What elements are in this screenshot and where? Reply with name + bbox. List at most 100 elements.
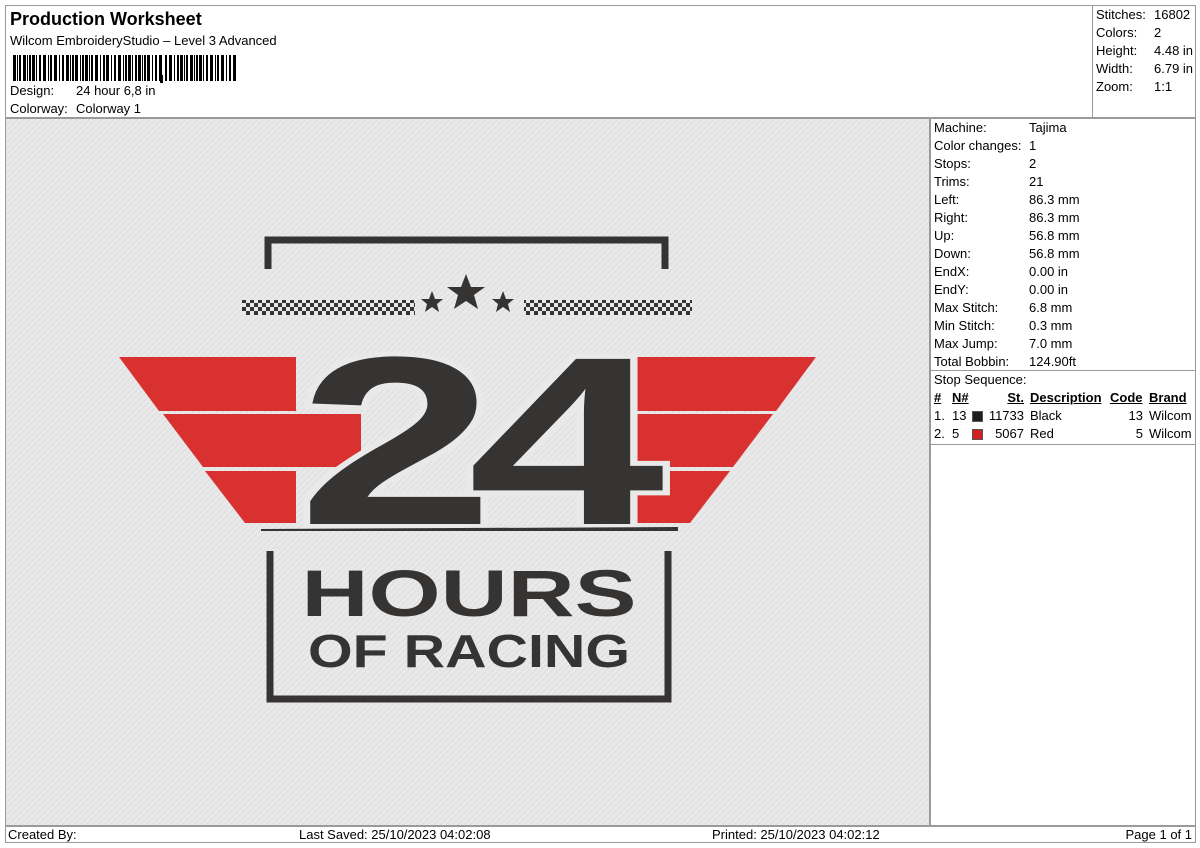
barcode-bar [85,55,88,81]
stop-sequence-row[interactable]: 2. 5 5067 Red 5 Wilcom [931,426,1195,444]
stat-value: 56.8 mm [1029,246,1080,261]
row-stitches: 5067 [995,426,1024,441]
stat-row: Up: 56.8 mm [934,228,1194,246]
stat-row: Trims: 21 [934,174,1194,192]
row-description: Red [1030,426,1054,441]
barcode-bar [48,55,49,81]
barcode-bar [62,55,64,81]
row-code: 13 [1128,408,1143,423]
barcode-bar [100,55,101,81]
barcode-bar [123,55,124,81]
barcode-bar [177,55,179,81]
summary-value: 4.48 in [1154,43,1194,58]
stat-label: Min Stitch: [934,318,995,333]
software-name: Wilcom EmbroideryStudio – Level 3 Advanc… [10,33,277,48]
design-preview[interactable]: 24 HOURS OF RACING [5,118,930,826]
row-needle: 13 [952,408,967,423]
barcode-bar [89,55,90,81]
barcode-bar [13,55,16,81]
barcode-bar [39,55,41,81]
summary-value: 1:1 [1154,79,1173,94]
barcode-bar [125,55,127,81]
col-code: Code [1110,390,1143,405]
thread-color-swatch [972,411,983,422]
barcode-bar [138,55,141,81]
barcode-bar [103,55,105,81]
barcode-bar [118,55,121,81]
barcode-bar [142,55,143,81]
stat-label: Left: [934,192,960,207]
barcode-bar [82,55,84,81]
colorway-row: Colorway: Colorway 1 [10,101,141,116]
stat-label: Total Bobbin: [934,354,1010,369]
barcode-bar [210,55,213,81]
barcode-bar [72,55,74,81]
stop-sequence-header: # N# St. Description Code Brand [931,390,1195,408]
stat-row: Max Jump: 7.0 mm [934,336,1194,354]
summary-label: Zoom: [1096,79,1133,94]
barcode-bar [199,55,202,81]
stat-row: Machine: Tajima [934,120,1194,138]
divider [931,370,1195,371]
stat-row: Left: 86.3 mm [934,192,1194,210]
stat-label: Max Stitch: [934,300,999,315]
barcode-bar [59,55,60,81]
stop-sequence-title: Stop Sequence: [934,372,1027,387]
summary-label: Width: [1096,61,1133,76]
stat-value: 86.3 mm [1029,192,1080,207]
stat-value: 0.00 in [1029,282,1069,297]
barcode-bar [147,55,150,81]
barcode-bar [229,55,231,81]
barcode-bar [217,55,219,81]
barcode-bar [50,55,52,81]
barcode-bar [155,55,157,81]
stat-label: Trims: [934,174,970,189]
design-name-row: Design: 24 hour 6,8 in [10,83,156,98]
worksheet-title: Production Worksheet [10,9,202,29]
summary-label: Height: [1096,43,1138,58]
stop-sequence-row[interactable]: 1. 13 11733 Black 13 Wilcom [931,408,1195,426]
barcode-bar [221,55,224,81]
created-by: Created By: [8,827,77,842]
stat-label: Down: [934,246,971,261]
summary-value: 16802 [1154,7,1191,22]
barcode-bar [91,55,93,81]
barcode-bar [226,55,227,81]
row-index: 2. [934,426,945,441]
col-stitches: St. [1007,390,1024,405]
stat-row: EndY: 0.00 in [934,282,1194,300]
col-needle: N# [952,390,969,405]
barcode [13,55,236,83]
stat-label: EndY: [934,282,969,297]
col-brand: Brand [1149,390,1187,405]
printed-date: Printed: 25/10/2023 04:02:12 [712,827,880,842]
barcode-bar [206,55,208,81]
row-brand: Wilcom [1149,408,1192,423]
barcode-bar [66,55,69,81]
stat-label: Right: [934,210,968,225]
stat-value: 6.8 mm [1029,300,1073,315]
barcode-bar [132,55,133,81]
worksheet-footer: Created By: Last Saved: 25/10/2023 04:02… [5,826,1196,843]
last-saved: Last Saved: 25/10/2023 04:02:08 [299,827,491,842]
barcode-bar [54,55,57,81]
col-description: Description [1030,390,1102,405]
machine-stats-panel: Machine: Tajima Color changes: 1 Stops: … [930,118,1196,826]
barcode-bar [174,55,175,81]
stat-label: Machine: [934,120,987,135]
row-code: 5 [1135,426,1143,441]
stat-row: Max Stitch: 6.8 mm [934,300,1194,318]
row-stitches: 11733 [988,408,1024,423]
row-needle: 5 [952,426,960,441]
design-label: Design: [10,83,55,98]
stat-row: Min Stitch: 0.3 mm [934,318,1194,336]
barcode-bar [70,55,71,81]
barcode-bar [186,55,188,81]
stat-label: EndX: [934,264,970,279]
stat-value: Tajima [1029,120,1067,135]
row-brand: Wilcom [1149,426,1192,441]
stat-value: 124.90ft [1029,354,1076,369]
thread-color-swatch [972,429,983,440]
barcode-bar [32,55,35,81]
stat-value: 56.8 mm [1029,228,1080,243]
